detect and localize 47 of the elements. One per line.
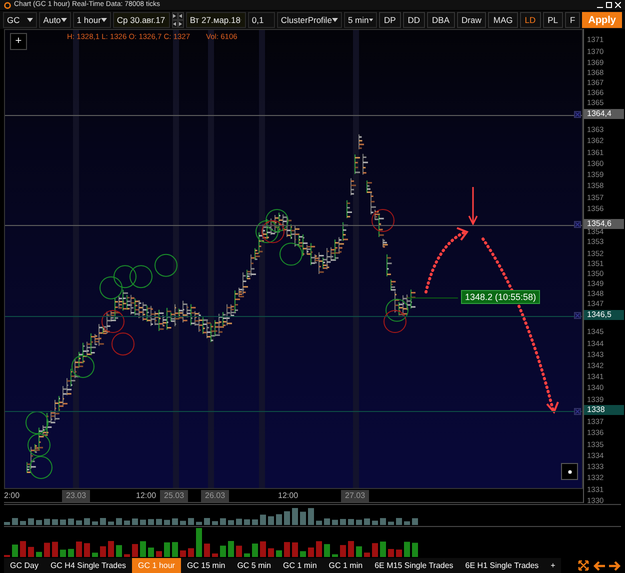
timeframe-select[interactable]: 1 hour bbox=[72, 12, 111, 28]
corner-button[interactable] bbox=[561, 463, 578, 480]
app-logo-icon bbox=[4, 2, 11, 8]
expand-icon[interactable] bbox=[578, 560, 589, 571]
dot-icon bbox=[568, 470, 572, 474]
chart-tab[interactable]: GC 1 min bbox=[322, 558, 369, 573]
chart-tab[interactable]: GC 5 min bbox=[231, 558, 277, 573]
start-date-field[interactable]: Ср 30.авг.17 bbox=[112, 12, 170, 28]
dotted-arrow bbox=[424, 227, 469, 294]
maximize-icon[interactable] bbox=[606, 2, 612, 8]
down-arrow bbox=[468, 187, 478, 226]
arrow-right-icon[interactable] bbox=[609, 560, 621, 570]
toolbar-button[interactable]: Draw bbox=[456, 12, 486, 28]
time-label: 23.03 bbox=[62, 490, 90, 502]
toolbar-button[interactable]: PL bbox=[542, 12, 564, 28]
time-label: 12:00 bbox=[136, 490, 156, 502]
template-select[interactable]: ClusterProfile bbox=[276, 12, 342, 28]
price-level-label: 1338 bbox=[584, 405, 624, 416]
chart-tab[interactable]: GC 15 min bbox=[180, 558, 232, 573]
chart-tab[interactable]: GC 1 min bbox=[276, 558, 323, 573]
symbol-select[interactable]: GC bbox=[3, 12, 38, 28]
time-label: 26.03 bbox=[201, 490, 230, 502]
scale-select[interactable]: Auto bbox=[39, 12, 71, 28]
time-label: 12:00 bbox=[278, 490, 298, 502]
step-field[interactable]: 0,1 bbox=[248, 12, 275, 28]
price-level-label: 1346,5 bbox=[584, 310, 624, 320]
time-label: 27.03 bbox=[341, 490, 370, 502]
time-label: 25.03 bbox=[160, 490, 188, 502]
time-label: 2:00 bbox=[4, 490, 20, 502]
chart-tab[interactable]: 6E H1 Single Trades bbox=[459, 558, 545, 573]
add-tab-button[interactable]: + bbox=[544, 558, 562, 573]
toolbar-button[interactable]: DD bbox=[402, 12, 426, 28]
end-date-field[interactable]: Вт 27.мар.18 bbox=[186, 12, 246, 28]
toolbar-button[interactable]: DP bbox=[378, 12, 401, 28]
chart-tab[interactable]: GC H4 Single Trades bbox=[44, 558, 132, 573]
arrow-left-icon[interactable] bbox=[593, 560, 605, 570]
price-level-label: 1354,6 bbox=[584, 218, 624, 229]
current-price-label: 1348.2 (10:55:58) bbox=[461, 290, 540, 304]
chart-tab[interactable]: GC Day bbox=[4, 558, 44, 573]
profile-period-select[interactable]: 5 min bbox=[344, 12, 377, 28]
price-level-label: 1364,4 bbox=[584, 108, 624, 119]
toolbar-button[interactable]: F bbox=[565, 12, 580, 28]
toolbar-button[interactable]: DBA bbox=[427, 12, 455, 28]
toolbar-button[interactable]: MAG bbox=[488, 12, 518, 28]
toolbar-button[interactable]: LD bbox=[520, 12, 541, 28]
chart-tab[interactable]: 6E M15 Single Trades bbox=[368, 558, 460, 573]
add-button[interactable]: + bbox=[10, 33, 27, 50]
